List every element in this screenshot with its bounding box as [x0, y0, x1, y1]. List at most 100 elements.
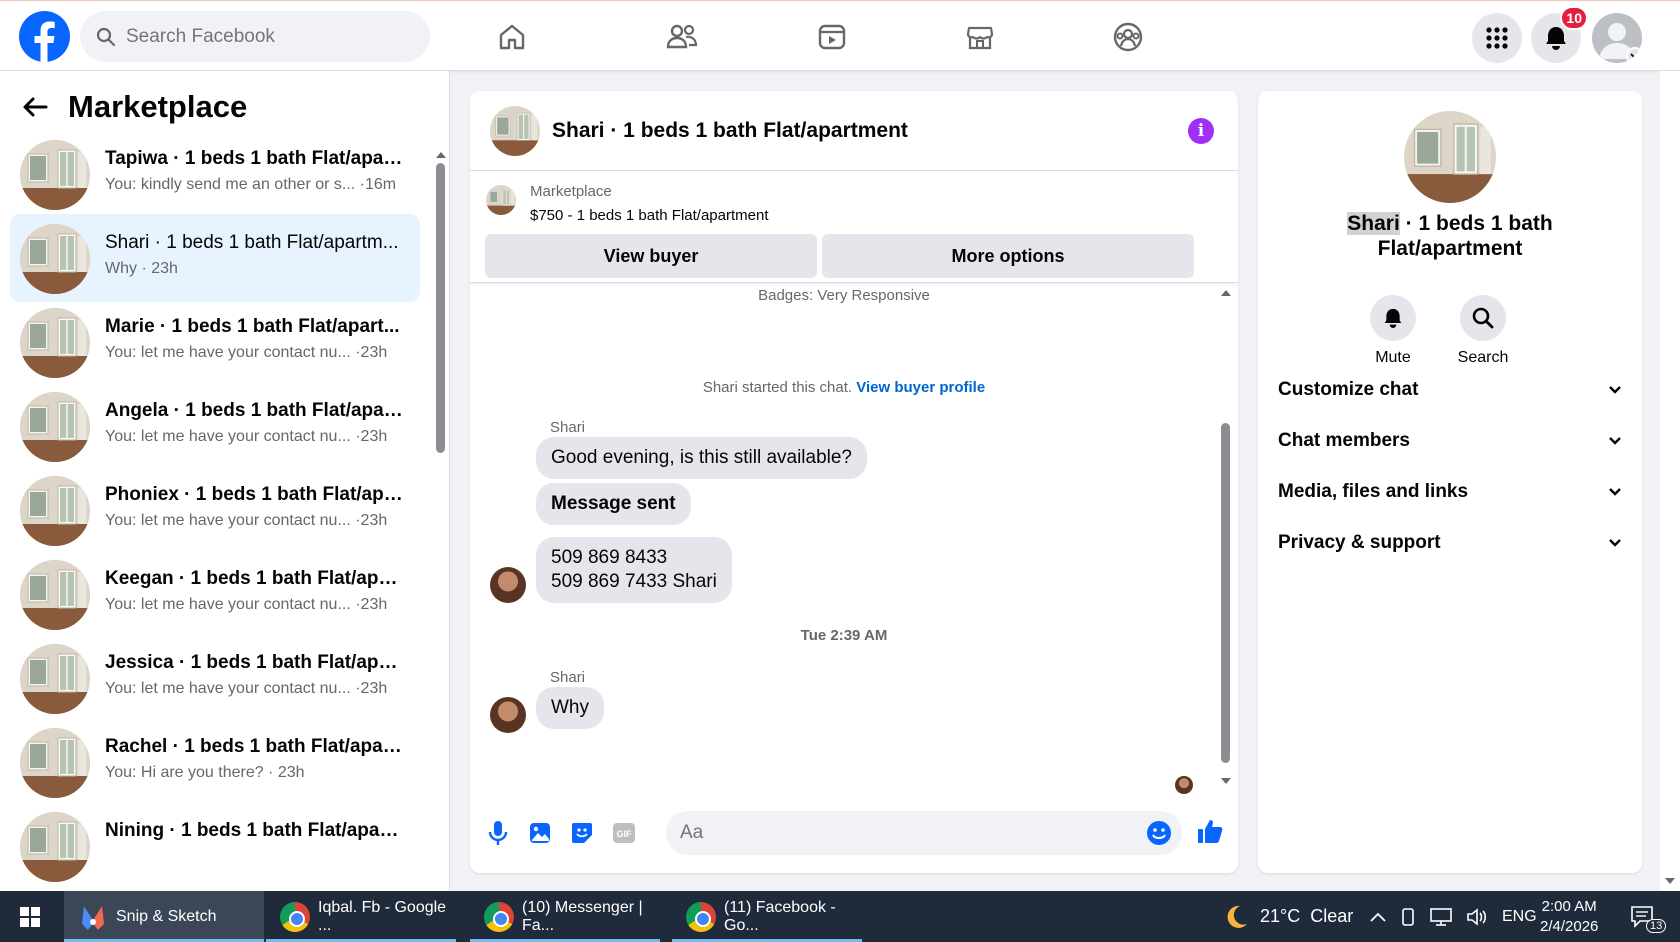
taskbar-app-label: Snip & Sketch	[116, 907, 217, 925]
message-bubble[interactable]: 509 869 8433 509 869 7433 Shari	[536, 537, 732, 603]
groups-icon[interactable]	[1106, 15, 1150, 59]
view-buyer-profile-link[interactable]: View buyer profile	[856, 379, 985, 396]
listing-tag: Marketplace	[530, 183, 612, 200]
device-icon[interactable]	[1400, 907, 1416, 927]
info-icon[interactable]: i	[1188, 118, 1214, 144]
details-section-row[interactable]: Privacy & support	[1278, 521, 1622, 565]
message-line: 509 869 8433	[551, 547, 668, 568]
conversation-item[interactable]: Marie · 1 beds 1 bath Flat/apart... You: …	[10, 298, 420, 386]
mute-label: Mute	[1375, 349, 1411, 366]
details-section-row[interactable]: Customize chat	[1278, 368, 1622, 412]
details-title-part: Flat/apartment	[1377, 237, 1523, 260]
conversation-name: Tapiwa · 1 beds 1 bath Flat/apart...	[105, 148, 405, 169]
conversation-item[interactable]: Angela · 1 beds 1 bath Flat/apart... You:…	[10, 382, 420, 470]
sticker-icon[interactable]	[568, 819, 596, 847]
svg-text:GIF: GIF	[617, 829, 633, 839]
menu-grid-button[interactable]	[1472, 13, 1522, 63]
back-arrow-icon[interactable]	[22, 96, 48, 118]
watch-icon[interactable]	[810, 15, 854, 59]
taskbar-app-snip-sketch[interactable]: Snip & Sketch	[64, 891, 264, 942]
search-action[interactable]: Search	[1443, 295, 1523, 367]
conversation-item[interactable]: Nining · 1 beds 1 bath Flat/apart...	[10, 802, 420, 890]
timestamp: Tue 2:39 AM	[800, 627, 888, 644]
chevron-down-icon	[1609, 488, 1621, 496]
windows-logo-icon	[20, 906, 40, 927]
search-input[interactable]	[126, 25, 386, 48]
conversation-preview: You: Hi are you there? · 23h	[105, 764, 305, 781]
clock-time: 2:00 AM	[1541, 897, 1597, 915]
windows-start-button[interactable]	[0, 891, 60, 942]
search-icon	[1472, 307, 1494, 329]
marketplace-inbox-sidebar: Marketplace Tapiwa · 1 beds 1 bath Flat/…	[0, 71, 450, 891]
sender-avatar[interactable]	[490, 697, 526, 733]
conversation-item[interactable]: Jessica · 1 beds 1 bath Flat/apart... You…	[10, 634, 420, 722]
chevron-up-icon[interactable]	[1370, 912, 1386, 922]
listing-mini-thumbnail	[486, 185, 516, 215]
details-title: Shari · 1 beds 1 bath Flat/apartment	[1258, 211, 1642, 261]
taskbar-app-label: Iqbal. Fb - Google ...	[318, 898, 447, 934]
volume-icon[interactable]	[1466, 907, 1488, 926]
bell-icon	[1546, 27, 1566, 50]
snip-sketch-icon	[82, 905, 104, 930]
gif-icon[interactable]: GIF	[610, 819, 638, 847]
friends-icon[interactable]	[660, 15, 704, 59]
taskbar-app-chrome-2[interactable]: (10) Messenger | Fa...	[470, 891, 660, 942]
mute-action[interactable]: Mute	[1353, 295, 1433, 367]
notifications-button[interactable]: 10	[1531, 6, 1588, 63]
conversation-preview: You: let me have your contact nu... ·23h	[105, 428, 388, 445]
conversation-name: Nining · 1 beds 1 bath Flat/apart...	[105, 820, 405, 841]
conversation-thumbnail	[20, 812, 90, 882]
search-label: Search	[1457, 349, 1509, 366]
photo-icon[interactable]	[526, 819, 554, 847]
conversation-item[interactable]: Rachel · 1 beds 1 bath Flat/apart... You:…	[10, 718, 420, 806]
conversation-item[interactable]: Phoniex · 1 beds 1 bath Flat/apar... You:…	[10, 466, 420, 554]
conversation-name: Jessica · 1 beds 1 bath Flat/apart...	[105, 652, 405, 673]
clock[interactable]: 2:00 AM 2/4/2026	[1540, 891, 1598, 942]
conversation-item[interactable]: Keegan · 1 beds 1 bath Flat/apar... You: …	[10, 550, 420, 638]
details-section-row[interactable]: Chat members	[1278, 419, 1622, 463]
conversation-item[interactable]: Shari · 1 beds 1 bath Flat/apartm... Why …	[10, 214, 420, 302]
action-center-button[interactable]: 13	[1630, 891, 1667, 942]
message-input[interactable]	[666, 811, 1106, 855]
conversation-item[interactable]: Tapiwa · 1 beds 1 bath Flat/apart... You:…	[10, 130, 420, 218]
search-bar[interactable]	[80, 11, 430, 62]
view-buyer-button[interactable]: View buyer	[485, 234, 817, 278]
conversation-thumbnail	[20, 224, 90, 294]
system-tray: ENG	[1370, 891, 1537, 942]
more-options-button[interactable]: More options	[822, 234, 1194, 278]
page-scrollbar[interactable]	[1660, 71, 1680, 891]
taskbar-app-chrome-3[interactable]: (11) Facebook - Go...	[672, 891, 862, 942]
home-icon[interactable]	[490, 15, 534, 59]
language-indicator[interactable]: ENG	[1502, 908, 1537, 926]
sender-avatar[interactable]	[490, 567, 526, 603]
started-text: Shari started this chat.	[702, 379, 853, 396]
conversation-name: Marie · 1 beds 1 bath Flat/apart...	[105, 316, 400, 337]
weather-widget[interactable]: 21°C Clear	[1222, 891, 1353, 942]
bell-icon	[1384, 308, 1402, 328]
sidebar-scrollbar[interactable]	[434, 151, 446, 891]
message-bubble[interactable]: Message sent	[536, 483, 691, 525]
chrome-icon	[686, 901, 716, 932]
grid-icon	[1486, 27, 1508, 49]
marketplace-icon[interactable]	[958, 15, 1002, 59]
details-section-row[interactable]: Media, files and links	[1278, 470, 1622, 514]
facebook-logo-icon[interactable]	[19, 11, 70, 62]
listing-thumbnail[interactable]	[490, 106, 540, 156]
conversation-thumbnail	[20, 392, 90, 462]
thumbs-up-icon[interactable]	[1196, 817, 1224, 845]
message-bubble[interactable]: Why	[536, 687, 604, 729]
chat-scrollbar[interactable]	[1219, 283, 1231, 798]
network-icon[interactable]	[1430, 907, 1452, 926]
page-title: Marketplace	[68, 89, 248, 124]
chat-header: Shari · 1 beds 1 bath Flat/apartment i	[470, 91, 1238, 171]
account-avatar[interactable]	[1592, 13, 1642, 63]
emoji-icon[interactable]	[1146, 820, 1172, 846]
listing-avatar[interactable]	[1404, 111, 1496, 203]
message-bubble[interactable]: Good evening, is this still available?	[536, 437, 868, 479]
conversation-preview: You: kindly send me an other or s... ·16…	[105, 176, 397, 193]
details-section-label: Privacy & support	[1278, 532, 1441, 553]
message-input-box[interactable]	[666, 811, 1182, 855]
taskbar-app-chrome-1[interactable]: Iqbal. Fb - Google ...	[266, 891, 456, 942]
microphone-icon[interactable]	[484, 819, 512, 847]
details-section-label: Media, files and links	[1278, 481, 1469, 502]
